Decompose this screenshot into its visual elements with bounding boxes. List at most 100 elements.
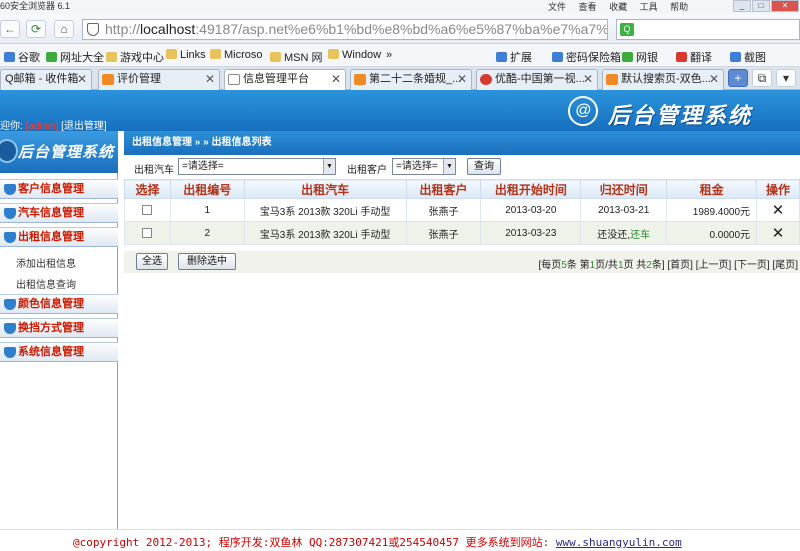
address-bar[interactable]: http://localhost:49187/asp.net%e6%b1%bd%… xyxy=(82,19,608,40)
sidebar-item-cars[interactable]: 汽车信息管理 xyxy=(0,203,118,223)
cell-customer: 张燕子 xyxy=(405,198,482,222)
translate-button[interactable]: 翻译 xyxy=(676,49,712,65)
menu-file[interactable]: 文件 xyxy=(548,2,566,12)
sidebar-item-customers[interactable]: 客户信息管理 xyxy=(0,179,118,199)
menu-shield-icon xyxy=(4,208,16,219)
restore-tab-icon[interactable]: ⧉ xyxy=(752,69,772,87)
car-filter-label: 出租汽车 xyxy=(134,165,174,176)
extensions-button[interactable]: 扩展 xyxy=(496,49,532,65)
customer-select[interactable]: =请选择= ▼ xyxy=(392,158,456,175)
address-toolbar: ← ⟳ ⌂ http://localhost:49187/asp.net%e6%… xyxy=(0,14,800,44)
table-row: 2 宝马3系 2013款 320Li 手动型 张燕子 2013-03-23 还没… xyxy=(124,221,800,245)
sidebar-item-system[interactable]: 系统信息管理 xyxy=(0,342,118,362)
sites-icon xyxy=(46,52,57,62)
close-tab-icon[interactable]: ✕ xyxy=(77,70,87,89)
chevron-down-icon: ▼ xyxy=(323,159,335,174)
bookmark-sites[interactable]: 网址大全 xyxy=(46,49,104,65)
tab-reviews[interactable]: 评价管理 ✕ xyxy=(98,69,220,90)
shield-icon xyxy=(87,23,99,36)
bookmarks-more[interactable]: » xyxy=(386,49,392,61)
row-checkbox[interactable] xyxy=(124,221,171,245)
pager: [每页5条 第1页/共1页 共2条] [首页] [上一页] [下一页] [尾页] xyxy=(538,260,798,271)
menu-shield-icon xyxy=(4,232,16,243)
folder-icon xyxy=(106,52,117,62)
prev-page-link[interactable]: [上一页] xyxy=(696,260,732,271)
return-car-link[interactable]: 还车 xyxy=(630,230,650,241)
col-customer: 出租客户 xyxy=(405,179,482,199)
tab-search[interactable]: 默认搜索页-双色... ✕ xyxy=(602,69,724,90)
sidebar-sub-add-rental[interactable]: 添加出租信息 xyxy=(16,255,76,270)
website-link[interactable]: www.shuangyulin.com xyxy=(556,536,682,549)
close-window-icon[interactable]: ✕ xyxy=(771,0,799,12)
query-button[interactable]: 查询 xyxy=(467,158,501,175)
next-page-link[interactable]: [下一页] xyxy=(734,260,770,271)
refresh-icon[interactable]: ⟳ xyxy=(26,20,46,38)
logo-text: 后台管理系统 xyxy=(608,103,753,128)
table-footer: 全选 删除选中 [每页5条 第1页/共1页 共2条] [首页] [上一页] [下… xyxy=(124,251,800,273)
minimize-icon[interactable]: _ xyxy=(733,0,751,12)
sidebar-sub-rental-query[interactable]: 出租信息查询 xyxy=(16,276,76,291)
checkbox[interactable] xyxy=(142,227,153,238)
maximize-icon[interactable]: □ xyxy=(752,0,770,12)
page-footer: @copyright 2012-2013; 程序开发:双鱼林 QQ:287307… xyxy=(0,529,800,551)
key-icon xyxy=(552,52,563,62)
tab-novel[interactable]: 第二十二条婚规_... ✕ xyxy=(350,69,472,90)
folder-icon xyxy=(166,49,177,59)
sidebar-logo-icon xyxy=(0,139,18,163)
sidebar: 后台管理系统 客户信息管理 汽车信息管理 出租信息管理 添加出租信息 出租信息查… xyxy=(0,131,118,529)
delete-icon[interactable]: ✕ xyxy=(772,202,785,219)
car-select[interactable]: =请选择= ▼ xyxy=(178,158,336,175)
welcome-bar: 迎你: [admin] [退出管理] xyxy=(0,117,107,132)
bookmark-microsoft[interactable]: Microso xyxy=(210,49,263,61)
close-tab-icon[interactable]: ✕ xyxy=(709,70,719,89)
rental-table: 选择 出租编号 出租汽车 出租客户 出租开始时间 归还时间 租金 操作 1 宝马… xyxy=(124,179,800,245)
online-bank-button[interactable]: 网银 xyxy=(622,49,658,65)
bank-icon xyxy=(622,52,633,62)
bookmark-windows[interactable]: Window xyxy=(328,49,381,61)
logo-mark: @ xyxy=(568,96,598,126)
bookmark-games[interactable]: 游戏中心 xyxy=(106,49,164,65)
google-icon xyxy=(4,52,15,62)
cell-return: 还没还,还车 xyxy=(580,221,668,245)
sidebar-item-gearbox[interactable]: 换挡方式管理 xyxy=(0,318,118,338)
sidebar-item-colors[interactable]: 颜色信息管理 xyxy=(0,294,118,314)
sidebar-item-rentals[interactable]: 出租信息管理 xyxy=(0,227,118,247)
search-engine-icon[interactable]: Q xyxy=(620,23,634,36)
col-select: 选择 xyxy=(124,179,171,199)
menu-favorites[interactable]: 收藏 xyxy=(609,2,627,12)
menu-shield-icon xyxy=(4,347,16,358)
tab-info-platform[interactable]: 信息管理平台 ✕ xyxy=(224,69,346,91)
close-tab-icon[interactable]: ✕ xyxy=(331,70,341,89)
search-input[interactable]: Q xyxy=(616,19,800,40)
bookmarks-bar: 谷歌 网址大全 游戏中心 Links Microso MSN 网 Window … xyxy=(0,44,800,67)
menu-help[interactable]: 帮助 xyxy=(670,2,688,12)
filter-bar: 出租汽车 =请选择= ▼ 出租客户 =请选择= ▼ 查询 xyxy=(124,155,800,179)
checkbox[interactable] xyxy=(142,204,153,215)
folder-icon xyxy=(210,49,221,59)
back-icon[interactable]: ← xyxy=(0,20,20,38)
last-page-link[interactable]: [尾页] xyxy=(772,260,798,271)
close-tab-icon[interactable]: ✕ xyxy=(583,70,593,89)
tab-menu-icon[interactable]: ▾ xyxy=(776,69,796,87)
delete-selected-button[interactable]: 删除选中 xyxy=(178,253,236,270)
first-page-link[interactable]: [首页] xyxy=(667,260,693,271)
close-tab-icon[interactable]: ✕ xyxy=(205,70,215,89)
bookmark-google[interactable]: 谷歌 xyxy=(4,49,40,65)
main-content: 出租信息管理 » » 出租信息列表 出租汽车 =请选择= ▼ 出租客户 =请选择=… xyxy=(124,131,800,529)
menu-shield-icon xyxy=(4,184,16,195)
close-tab-icon[interactable]: ✕ xyxy=(457,70,467,89)
screenshot-button[interactable]: 截图 xyxy=(730,49,766,65)
tab-youku[interactable]: 优酷-中国第一视... ✕ xyxy=(476,69,598,90)
home-icon[interactable]: ⌂ xyxy=(54,20,74,38)
password-safe-button[interactable]: 密码保险箱 xyxy=(552,49,621,65)
bookmark-msn[interactable]: MSN 网 xyxy=(270,49,323,65)
delete-icon[interactable]: ✕ xyxy=(772,225,785,242)
menu-tools[interactable]: 工具 xyxy=(640,2,658,12)
new-tab-icon[interactable]: + xyxy=(728,69,748,87)
tab-mail[interactable]: Q邮箱 - 收件箱 ✕ xyxy=(0,69,92,90)
bookmark-links[interactable]: Links xyxy=(166,49,206,61)
menu-view[interactable]: 查看 xyxy=(579,2,597,12)
select-all-button[interactable]: 全选 xyxy=(136,253,168,270)
breadcrumb: 出租信息管理 » » 出租信息列表 xyxy=(124,131,800,155)
row-checkbox[interactable] xyxy=(124,198,171,222)
